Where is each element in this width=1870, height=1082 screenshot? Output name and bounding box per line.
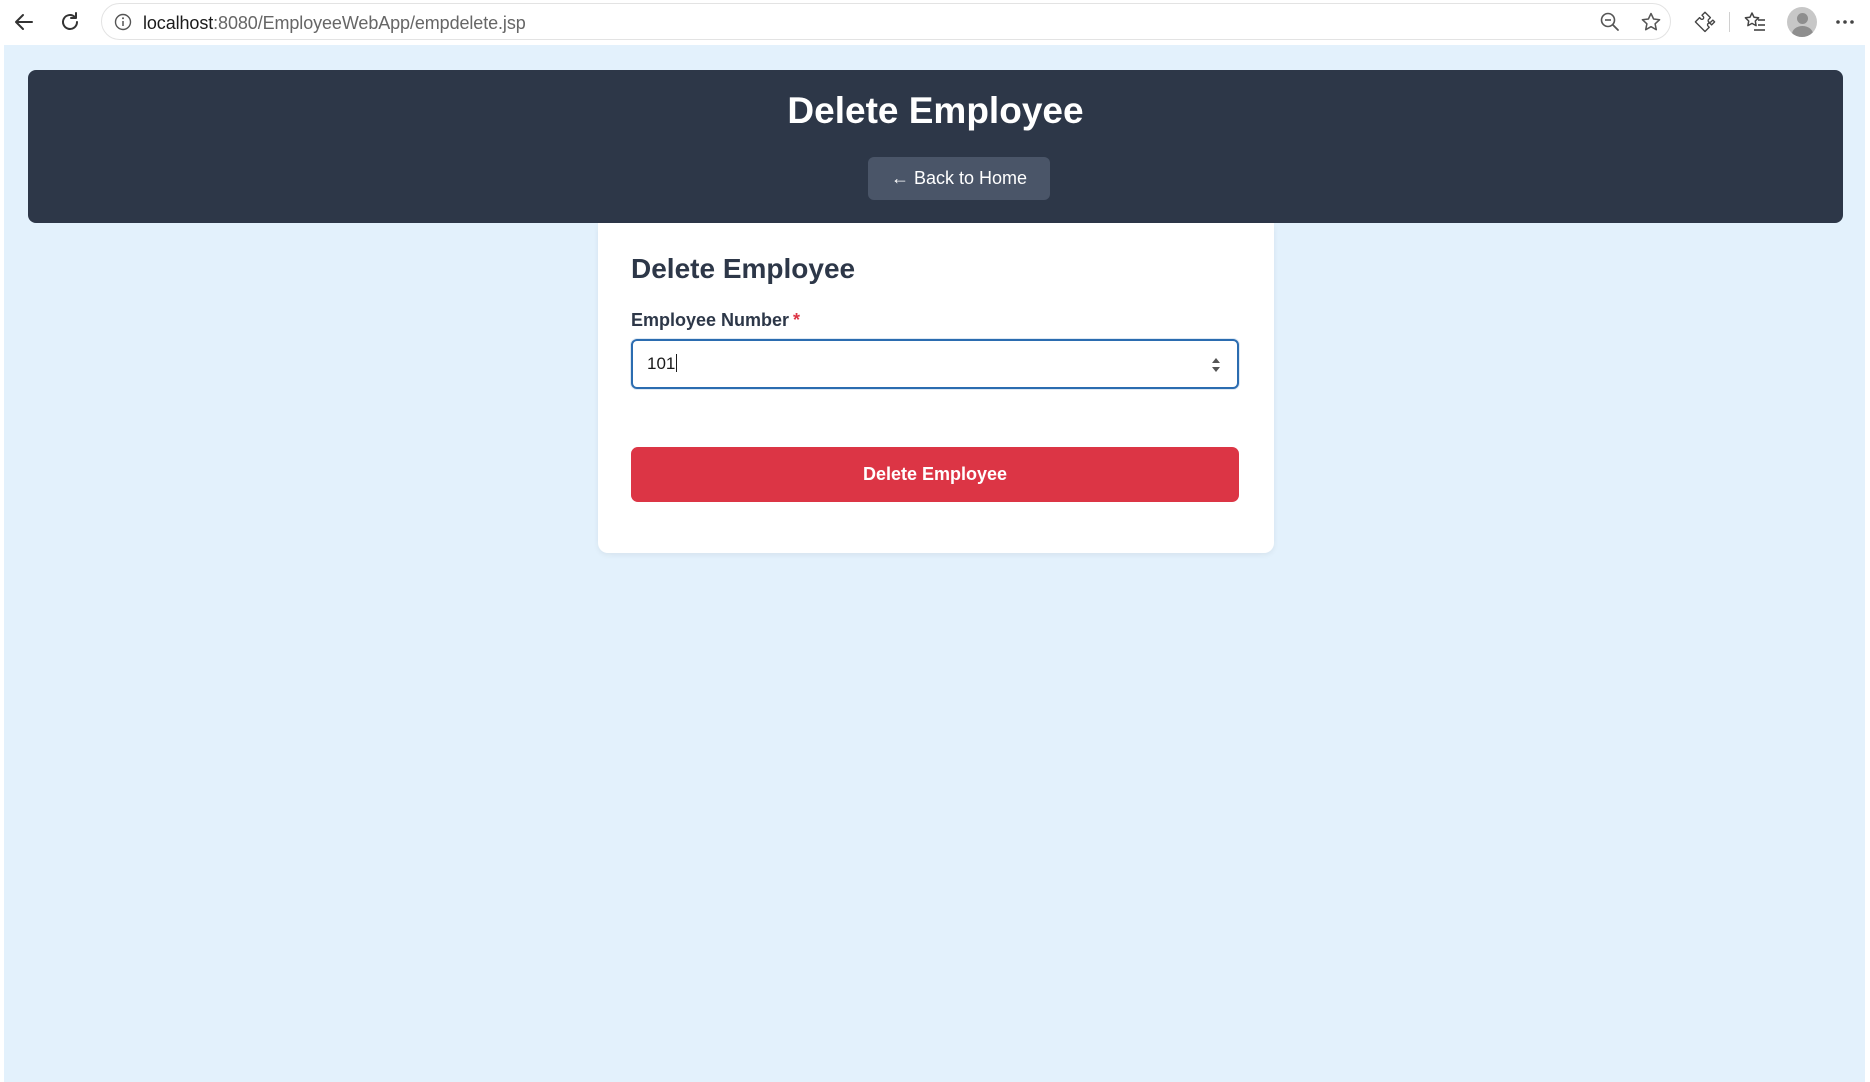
reload-icon[interactable] xyxy=(54,6,86,38)
employee-number-label-text: Employee Number xyxy=(631,310,790,330)
url-path: :8080/EmployeeWebApp/empdelete.jsp xyxy=(213,13,526,33)
favorites-icon[interactable] xyxy=(1741,8,1769,36)
address-bar[interactable]: localhost:8080/EmployeeWebApp/empdelete.… xyxy=(101,3,1671,40)
employee-number-label: Employee Number * xyxy=(631,310,800,331)
back-arrow-icon[interactable] xyxy=(8,6,40,38)
url-host: localhost xyxy=(143,13,214,33)
more-options-icon[interactable] xyxy=(1831,8,1859,36)
card-title: Delete Employee xyxy=(631,253,856,284)
number-spinner-icon[interactable] xyxy=(1211,355,1221,375)
browser-toolbar: localhost:8080/EmployeeWebApp/empdelete.… xyxy=(0,0,1870,44)
page-header: Delete Employee ← Back to Home xyxy=(28,70,1843,223)
profile-avatar[interactable] xyxy=(1787,7,1817,37)
delete-employee-card: Delete Employee Employee Number * 101 Del… xyxy=(598,223,1274,553)
zoom-out-icon[interactable] xyxy=(1598,10,1622,34)
back-to-home-button[interactable]: ← Back to Home xyxy=(868,157,1050,200)
page-viewport: Delete Employee ← Back to Home Delete Em… xyxy=(4,45,1865,1082)
required-marker: * xyxy=(793,310,801,330)
toolbar-divider xyxy=(1729,12,1730,32)
employee-number-value: 101 xyxy=(647,354,678,374)
url-text: localhost:8080/EmployeeWebApp/empdelete.… xyxy=(143,13,526,34)
employee-number-input[interactable]: 101 xyxy=(631,339,1239,389)
delete-employee-button[interactable]: Delete Employee xyxy=(631,447,1239,502)
favorite-star-icon[interactable] xyxy=(1639,10,1663,34)
extensions-icon[interactable] xyxy=(1691,8,1719,36)
text-caret xyxy=(676,354,678,372)
employee-number-value-text: 101 xyxy=(647,354,676,373)
page-title: Delete Employee xyxy=(787,90,1084,131)
site-info-icon[interactable] xyxy=(111,10,135,34)
